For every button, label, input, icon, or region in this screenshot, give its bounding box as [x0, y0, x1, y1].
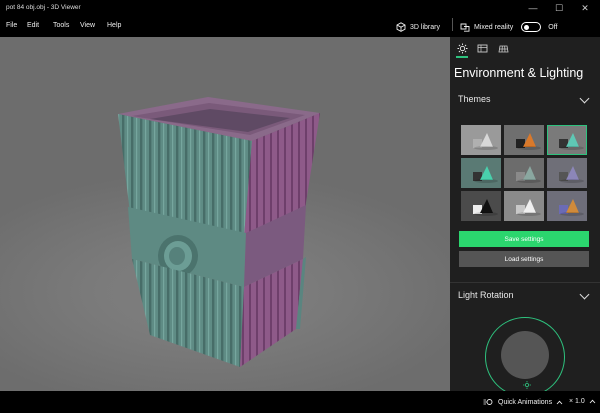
panel-title: Environment & Lighting	[454, 66, 584, 80]
theme-thumbnail-9[interactable]	[547, 191, 587, 221]
light-rotation-header[interactable]: Light Rotation	[458, 290, 514, 300]
sun-icon	[457, 43, 467, 53]
menu-view[interactable]: View	[80, 22, 95, 29]
3d-library-label: 3D library	[410, 23, 440, 31]
menu-help[interactable]: Help	[107, 22, 121, 29]
title-bar: pot 84 obj.obj - 3D Viewer — ☐ ✕	[0, 0, 600, 16]
theme-thumbnail-8[interactable]	[504, 191, 544, 221]
theme-thumbnail-2[interactable]	[504, 125, 544, 155]
toggle-state-label: Off	[548, 23, 558, 31]
mixed-reality-toggle[interactable]	[521, 22, 542, 32]
section-divider	[450, 282, 600, 283]
theme-thumbnail-3[interactable]	[547, 125, 587, 155]
light-rotation-chevron-icon[interactable]	[579, 289, 590, 300]
tab-lighting[interactable]	[455, 41, 469, 55]
stats-icon	[477, 44, 487, 52]
pot-model	[118, 97, 320, 367]
menu-tools[interactable]: Tools	[53, 22, 69, 29]
side-panel: Environment & Lighting Themes Save setti…	[450, 37, 600, 397]
mixed-reality-control[interactable]: Mixed reality Off	[460, 20, 558, 34]
zoom-control[interactable]: × 1.0	[569, 398, 596, 405]
mixed-reality-label: Mixed reality	[474, 23, 514, 31]
window-title: pot 84 obj.obj - 3D Viewer	[6, 4, 81, 11]
theme-thumbnail-4[interactable]	[461, 158, 501, 188]
save-settings-button[interactable]: Save settings	[459, 231, 589, 247]
light-rotation-disc[interactable]	[501, 331, 549, 379]
load-settings-button[interactable]: Load settings	[459, 251, 589, 267]
status-bar: Quick Animations × 1.0	[0, 391, 600, 413]
menu-edit[interactable]: Edit	[27, 22, 39, 29]
light-handle-sun-icon[interactable]	[523, 381, 531, 389]
themes-chevron-icon[interactable]	[579, 93, 590, 104]
3d-library-button[interactable]: 3D library	[396, 20, 440, 34]
cube-icon	[396, 22, 406, 32]
theme-thumbnail-7[interactable]	[461, 191, 501, 221]
menu-file[interactable]: File	[6, 22, 17, 29]
3d-viewport[interactable]	[0, 37, 450, 391]
themes-grid	[461, 125, 587, 221]
minimize-button[interactable]: —	[520, 0, 546, 16]
theme-thumbnail-5[interactable]	[504, 158, 544, 188]
active-tab-indicator	[456, 56, 468, 58]
theme-thumbnail-6[interactable]	[547, 158, 587, 188]
chevron-up-icon	[556, 400, 563, 404]
zoom-chevron-up-icon	[589, 399, 596, 404]
close-button[interactable]: ✕	[572, 0, 598, 16]
zoom-label: × 1.0	[569, 398, 585, 405]
quick-animations-button[interactable]: Quick Animations	[483, 398, 563, 406]
panel-tabs	[450, 37, 600, 59]
tab-stats[interactable]	[475, 41, 489, 55]
theme-thumbnail-1[interactable]	[461, 125, 501, 155]
mixed-reality-icon	[460, 23, 470, 32]
grid-icon	[498, 45, 508, 52]
tab-grid[interactable]	[496, 41, 510, 55]
quick-animations-label: Quick Animations	[498, 398, 553, 406]
animation-icon	[483, 399, 493, 405]
maximize-button[interactable]: ☐	[546, 0, 572, 16]
themes-header[interactable]: Themes	[458, 94, 491, 104]
toolbar-divider	[452, 18, 453, 31]
